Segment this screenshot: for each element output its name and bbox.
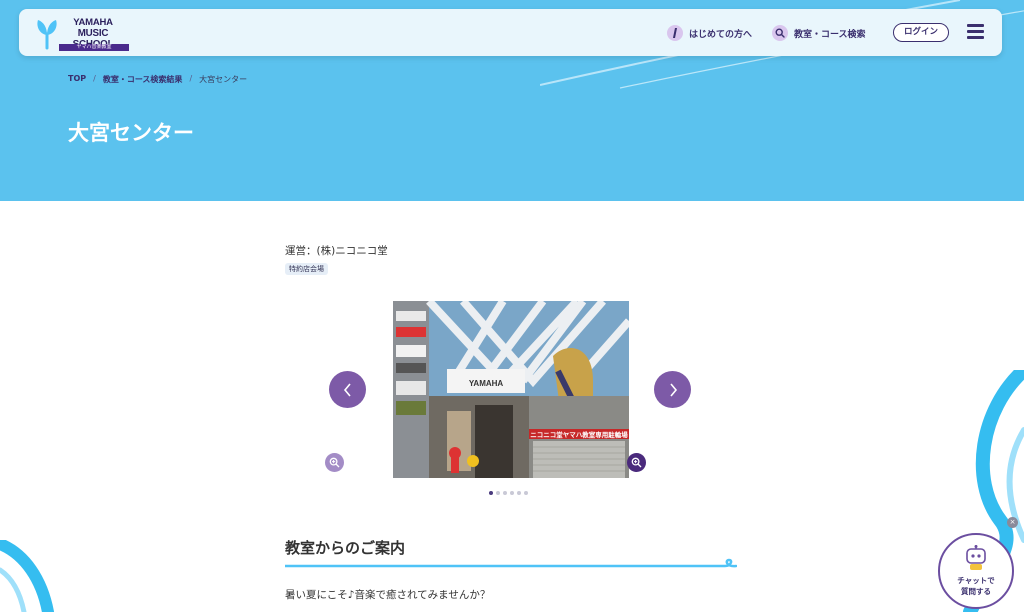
logo-subtitle: ヤマハ音楽教室 <box>59 44 129 51</box>
carousel-dot[interactable] <box>517 491 521 495</box>
breadcrumb-top[interactable]: TOP <box>68 74 86 85</box>
carousel-dot[interactable] <box>489 491 493 495</box>
zoom-button-prev[interactable] <box>325 453 344 472</box>
carousel-dot[interactable] <box>524 491 528 495</box>
nav-class-search[interactable]: 教室・コース検索 <box>772 23 866 43</box>
parking-banner-text: ニコニコ堂ヤマハ教室専用駐輪場 <box>530 430 628 439</box>
carousel-pagination <box>489 491 528 495</box>
carousel-prev-button[interactable] <box>329 371 366 408</box>
chat-robot-icon <box>966 545 986 570</box>
section-title: 教室からのご案内 <box>285 539 406 557</box>
storefront-photo: YAMAHA ニコニコ堂ヤマハ教室専用駐輪場 <box>393 301 629 478</box>
chat-close-icon[interactable]: × <box>1007 517 1018 528</box>
nav-beginners-label: はじめての方へ <box>689 29 753 40</box>
carousel-dot[interactable] <box>503 491 507 495</box>
search-icon <box>772 25 788 41</box>
notice-text: 暑い夏にこそ♪音楽で癒されてみませんか？ <box>285 589 491 601</box>
storefront-sign-text: YAMAHA <box>469 379 504 388</box>
operator-text: 運営：(株)ニコニコ堂 <box>285 245 388 257</box>
sprout-logo-icon <box>37 20 57 50</box>
chat-label-line2: 質問する <box>961 587 991 596</box>
nav-beginners[interactable]: はじめての方へ <box>667 23 752 43</box>
zoom-in-icon <box>329 457 340 468</box>
decorative-ribbon-left <box>0 540 54 612</box>
carousel-photo: YAMAHA ニコニコ堂ヤマハ教室専用駐輪場 <box>393 301 629 478</box>
chevron-right-icon <box>669 382 677 397</box>
carousel-dot[interactable] <box>510 491 514 495</box>
logo-line1: YAMAHA <box>73 17 113 28</box>
chat-label: チャットで 質問する <box>940 575 1012 597</box>
page-title: 大宮センター <box>68 121 194 145</box>
chevron-left-icon <box>343 382 351 397</box>
yamaha-music-school-logo[interactable]: YAMAHA MUSIC SCHOOL ヤマハ音楽教室 <box>35 15 135 51</box>
breadcrumb-search-results[interactable]: 教室・コース検索結果 <box>103 74 183 85</box>
breadcrumb-separator: / <box>93 74 96 83</box>
carousel-dot[interactable] <box>496 491 500 495</box>
section-underline <box>285 558 737 568</box>
carousel-next-button[interactable] <box>654 371 691 408</box>
breadcrumb: TOP / 教室・コース検索結果 / 大宮センター <box>68 74 247 85</box>
zoom-button-current[interactable] <box>627 453 646 472</box>
login-button[interactable]: ログイン <box>893 23 949 42</box>
nav-class-search-label: 教室・コース検索 <box>794 29 866 40</box>
hamburger-menu-icon[interactable] <box>967 24 984 39</box>
site-header: YAMAHA MUSIC SCHOOL ヤマハ音楽教室 はじめての方へ 教室・コ… <box>19 9 1002 56</box>
zoom-in-icon <box>631 457 642 468</box>
breadcrumb-current: 大宮センター <box>199 75 248 84</box>
dealer-venue-badge: 特約店会場 <box>285 263 328 275</box>
chat-question-button[interactable]: チャットで 質問する <box>938 533 1014 609</box>
beginner-icon <box>667 25 683 41</box>
chat-label-line1: チャットで <box>957 576 995 585</box>
breadcrumb-separator: / <box>189 74 193 83</box>
